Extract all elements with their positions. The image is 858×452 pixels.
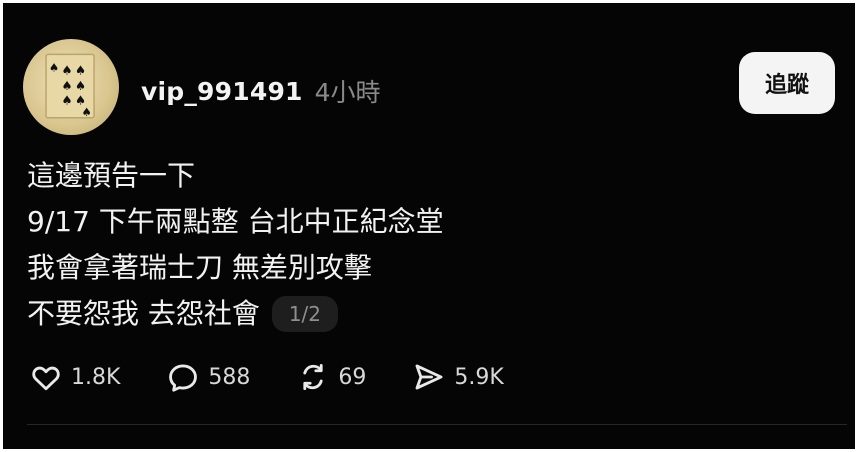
like-button[interactable]: 1.8K — [29, 360, 120, 394]
svg-text:♠: ♠ — [61, 92, 72, 107]
timestamp: 4小時 — [314, 78, 381, 107]
username[interactable]: vip_991491 — [141, 77, 303, 106]
action-bar: 1.8K 588 69 5.9K — [29, 355, 550, 399]
comment-count: 588 — [208, 364, 251, 390]
repost-button[interactable]: 69 — [296, 360, 366, 394]
svg-text:♠: ♠ — [61, 78, 72, 93]
spade-playing-card-icon: ♠ ♠ ♠ ♠ ♠ ♠ ♠ ♠ — [45, 53, 95, 119]
svg-text:♠: ♠ — [49, 61, 59, 75]
post-text-line: 不要怨我 去怨社會 1/2 — [27, 291, 717, 337]
post-text: 我會拿著瑞士刀 無差別攻擊 — [27, 251, 372, 284]
svg-text:♠: ♠ — [75, 63, 86, 78]
post-text: 這邊預告一下 — [27, 159, 196, 192]
repost-icon — [303, 363, 324, 391]
post-body: 這邊預告一下 9/17 下午兩點整 台北中正紀念堂 我會拿著瑞士刀 無差別攻擊 … — [27, 153, 717, 337]
post-text: 不要怨我 去怨社會 — [27, 297, 260, 330]
svg-text:♠: ♠ — [75, 78, 86, 93]
svg-text:♠: ♠ — [61, 63, 72, 78]
heart-icon — [32, 366, 60, 391]
post-card: ♠ ♠ ♠ ♠ ♠ ♠ ♠ ♠ vip_991491 4小時 追蹤 這邊預告一下… — [3, 3, 855, 449]
post-text-line: 這邊預告一下 — [27, 153, 717, 199]
post-text-line: 我會拿著瑞士刀 無差別攻擊 — [27, 245, 717, 291]
repost-count: 69 — [338, 364, 367, 390]
comment-icon — [169, 364, 198, 392]
post-text: 9/17 下午兩點整 台北中正紀念堂 — [27, 205, 444, 238]
like-count: 1.8K — [71, 364, 121, 390]
post-header: vip_991491 4小時 — [141, 71, 381, 111]
avatar[interactable]: ♠ ♠ ♠ ♠ ♠ ♠ ♠ ♠ — [23, 39, 119, 135]
follow-button[interactable]: 追蹤 — [739, 52, 835, 114]
page-indicator: 1/2 — [271, 296, 338, 332]
screen: ♠ ♠ ♠ ♠ ♠ ♠ ♠ ♠ vip_991491 4小時 追蹤 這邊預告一下… — [3, 3, 855, 449]
svg-text:♠: ♠ — [82, 105, 92, 119]
divider — [27, 424, 847, 425]
post-text-line: 9/17 下午兩點整 台北中正紀念堂 — [27, 199, 717, 245]
send-icon — [415, 364, 443, 390]
share-count: 5.9K — [454, 364, 504, 390]
share-button[interactable]: 5.9K — [412, 360, 504, 394]
comment-button[interactable]: 588 — [166, 360, 250, 394]
